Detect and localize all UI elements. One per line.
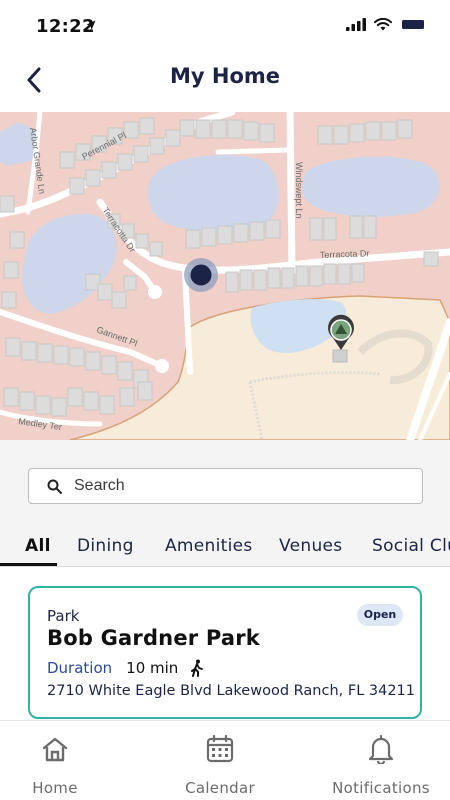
status-bar: 12:22 bbox=[0, 0, 450, 54]
map-view[interactable]: Perennial Pl Arbor Grande Ln Terracotta … bbox=[0, 112, 450, 440]
nav-label-calendar: Calendar bbox=[185, 779, 255, 797]
home-icon bbox=[0, 733, 130, 765]
tab-venues[interactable]: Venues bbox=[279, 536, 342, 556]
search-icon bbox=[47, 479, 62, 494]
place-card[interactable]: Park Open Bob Gardner Park Duration 10 m… bbox=[28, 586, 422, 719]
calendar-icon bbox=[145, 733, 295, 765]
street-label-windswept: Windswept Ln bbox=[294, 162, 304, 219]
nav-bar: My Home bbox=[0, 54, 450, 112]
status-badge: Open bbox=[357, 604, 403, 626]
user-location-dot bbox=[190, 264, 212, 286]
search-section bbox=[0, 440, 450, 520]
nav-item-notifications[interactable]: Notifications bbox=[306, 733, 450, 797]
place-category: Park bbox=[47, 607, 80, 625]
nav-item-calendar[interactable]: Calendar bbox=[145, 733, 295, 797]
place-address: 2710 White Eagle Blvd Lakewood Ranch, FL… bbox=[47, 683, 416, 699]
bell-icon bbox=[306, 733, 450, 765]
wifi-icon bbox=[374, 18, 392, 31]
signal-icon bbox=[346, 18, 366, 31]
location-arrow-icon bbox=[86, 20, 96, 30]
battery-icon bbox=[402, 20, 424, 29]
duration-label: Duration bbox=[47, 659, 113, 677]
duration-row: Duration 10 min bbox=[47, 659, 204, 677]
tab-all[interactable]: All bbox=[25, 536, 51, 556]
active-tab-indicator bbox=[0, 563, 57, 566]
search-input[interactable] bbox=[74, 477, 394, 495]
bottom-nav: Home Calendar Notifications bbox=[0, 720, 450, 800]
map-canvas[interactable]: Perennial Pl Arbor Grande Ln Terracotta … bbox=[0, 112, 450, 440]
place-title: Bob Gardner Park bbox=[47, 626, 260, 650]
page-title: My Home bbox=[169, 64, 281, 88]
nav-label-notifications: Notifications bbox=[332, 779, 430, 797]
nav-label-home: Home bbox=[32, 779, 78, 797]
duration-value: 10 min bbox=[126, 659, 179, 677]
category-tabs: All Dining Amenities Venues Social Clu bbox=[0, 520, 450, 567]
street-label-terracota-dr: Terracota Dr bbox=[320, 248, 370, 260]
tab-social-club[interactable]: Social Clu bbox=[372, 536, 450, 556]
nav-item-home[interactable]: Home bbox=[0, 733, 130, 797]
search-box[interactable] bbox=[28, 468, 423, 504]
tab-amenities[interactable]: Amenities bbox=[165, 536, 253, 556]
status-icons bbox=[346, 18, 428, 31]
tab-dining[interactable]: Dining bbox=[77, 536, 134, 556]
walking-icon bbox=[190, 659, 204, 677]
